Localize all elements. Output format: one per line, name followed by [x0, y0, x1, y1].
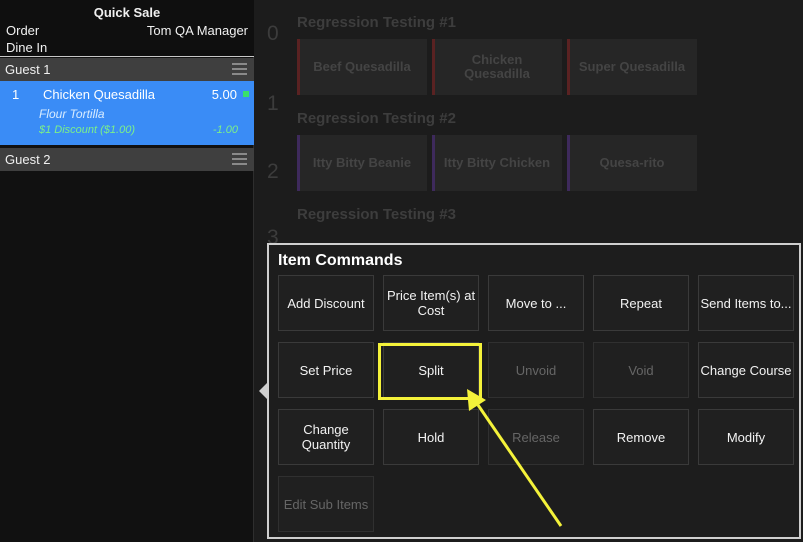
menu-item-button[interactable]: Chicken Quesadilla	[432, 39, 562, 95]
order-line-item-selected[interactable]: 1 Chicken Quesadilla 5.00 Flour Tortilla…	[0, 81, 254, 145]
page-number[interactable]: 0	[267, 22, 279, 46]
hamburger-menu-icon[interactable]	[232, 153, 247, 166]
page-number[interactable]: 1	[267, 92, 279, 116]
set-price-button[interactable]: Set Price	[278, 342, 374, 398]
item-modifier: Flour Tortilla	[39, 107, 105, 121]
menu-item-button[interactable]: Itty Bitty Chicken	[432, 135, 562, 191]
menu-section-title: Regression Testing #3	[297, 206, 456, 223]
item-discount-label: $1 Discount ($1.00)	[39, 124, 135, 136]
sent-status-icon	[243, 91, 249, 97]
remove-button[interactable]: Remove	[593, 409, 689, 465]
page-number[interactable]: 2	[267, 160, 279, 184]
change-course-button[interactable]: Change Course	[698, 342, 794, 398]
order-label: Order	[6, 23, 40, 38]
menu-item-label: Chicken Quesadilla	[464, 52, 530, 81]
unvoid-button[interactable]: Unvoid	[488, 342, 584, 398]
order-panel: Quick Sale Order Tom QA Manager Dine In …	[0, 0, 254, 542]
modify-button[interactable]: Modify	[698, 409, 794, 465]
add-discount-button[interactable]: Add Discount	[278, 275, 374, 331]
menu-item-button[interactable]: Itty Bitty Beanie	[297, 135, 427, 191]
menu-item-label: Quesa-rito	[599, 155, 665, 170]
popup-title: Item Commands	[278, 252, 403, 269]
hold-button[interactable]: Hold	[383, 409, 479, 465]
guest-2-bar[interactable]: Guest 2	[0, 148, 254, 171]
price-items-at-cost-button[interactable]: Price Item(s) at Cost	[383, 275, 479, 331]
server-name: Tom QA Manager	[146, 23, 248, 38]
menu-item-button[interactable]: Quesa-rito	[567, 135, 697, 191]
repeat-button[interactable]: Repeat	[593, 275, 689, 331]
item-name: Chicken Quesadilla	[43, 87, 156, 102]
order-title: Quick Sale	[93, 5, 161, 20]
menu-item-label: Beef Quesadilla	[313, 59, 411, 74]
service-type[interactable]: Dine In	[6, 40, 47, 55]
popup-pointer-icon	[259, 383, 267, 399]
void-button[interactable]: Void	[593, 342, 689, 398]
guest-label: Guest 1	[5, 62, 51, 77]
move-to-button[interactable]: Move to ...	[488, 275, 584, 331]
menu-item-button[interactable]: Beef Quesadilla	[297, 39, 427, 95]
release-button[interactable]: Release	[488, 409, 584, 465]
change-quantity-button[interactable]: Change Quantity	[278, 409, 374, 465]
menu-section-title: Regression Testing #1	[297, 14, 456, 31]
menu-section-title: Regression Testing #2	[297, 110, 456, 127]
send-items-to-button[interactable]: Send Items to...	[698, 275, 794, 331]
pos-screen: Quick Sale Order Tom QA Manager Dine In …	[0, 0, 803, 542]
item-price: 5.00	[211, 87, 237, 102]
edit-sub-items-button[interactable]: Edit Sub Items	[278, 476, 374, 532]
menu-item-button[interactable]: Super Quesadilla	[567, 39, 697, 95]
item-quantity: 1	[12, 87, 20, 102]
guest-label: Guest 2	[5, 152, 51, 167]
item-discount-amount: -1.00	[212, 124, 238, 136]
menu-item-label: Super Quesadilla	[578, 59, 686, 74]
menu-item-label: Itty Bitty Beanie	[312, 155, 412, 170]
order-header: Quick Sale Order Tom QA Manager Dine In	[0, 0, 254, 57]
split-button[interactable]: Split	[383, 342, 479, 398]
guest-1-bar[interactable]: Guest 1	[0, 58, 254, 81]
item-commands-popup: Item Commands Add Discount Price Item(s)…	[267, 243, 801, 539]
menu-item-label: Itty Bitty Chicken	[443, 155, 551, 170]
hamburger-menu-icon[interactable]	[232, 63, 247, 76]
